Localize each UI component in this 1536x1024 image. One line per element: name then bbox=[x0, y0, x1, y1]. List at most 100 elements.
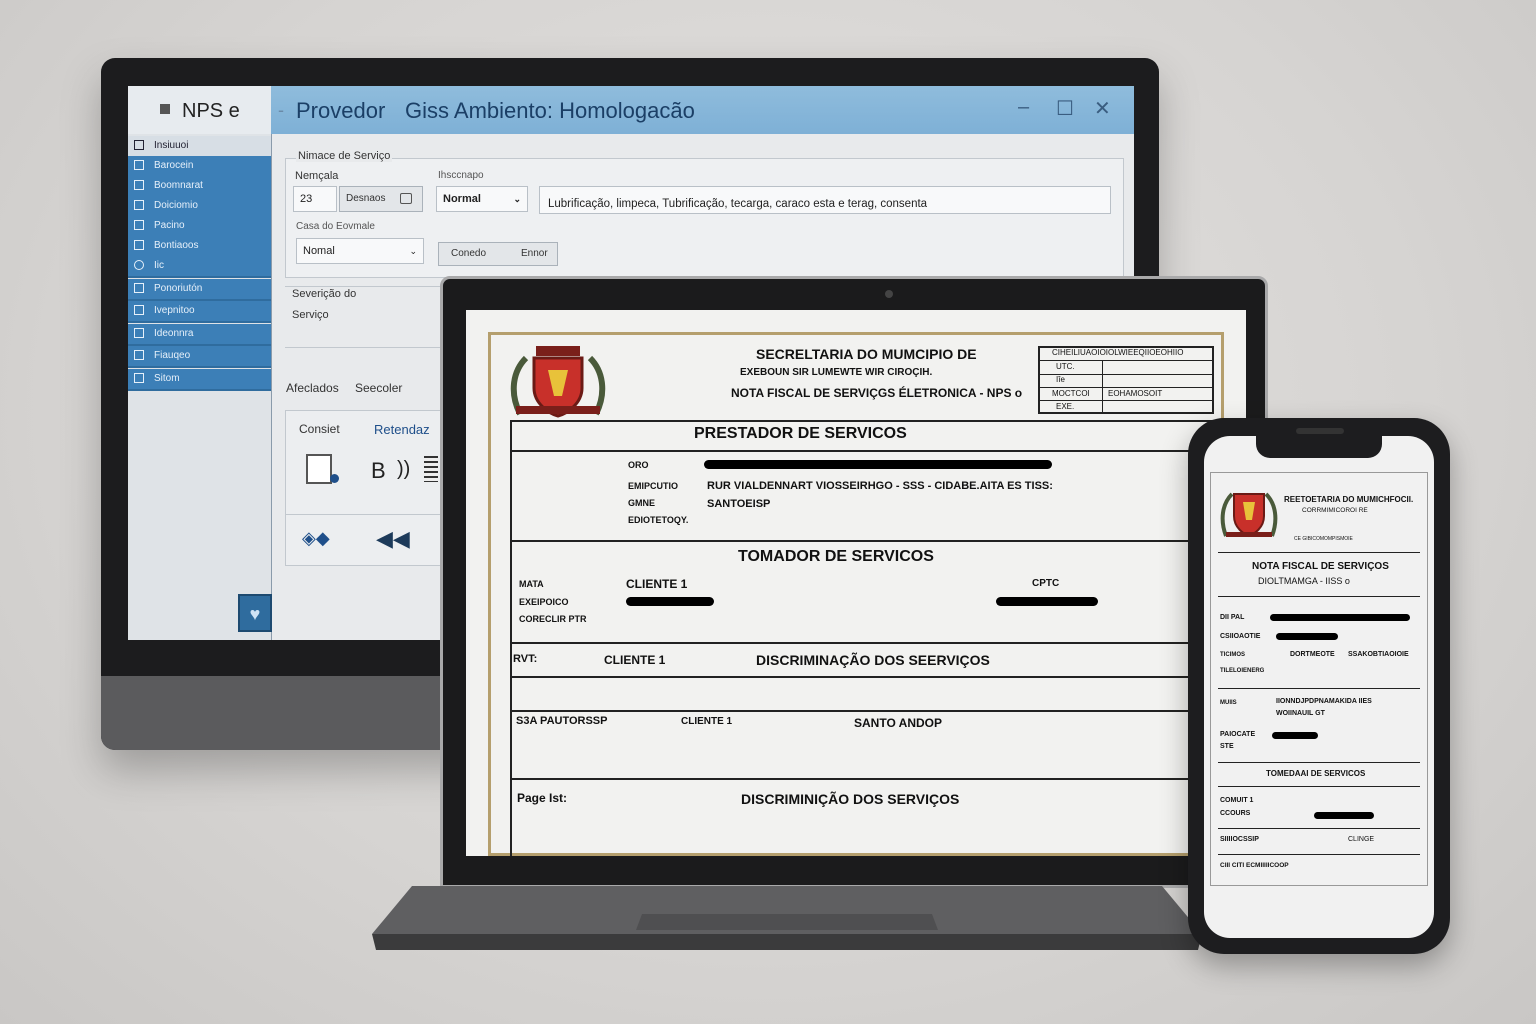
tomador-cptc: CPTC bbox=[1032, 578, 1060, 589]
inscconapo-label: Ihsccnapo bbox=[438, 170, 484, 181]
sidebar-item[interactable]: Ivepnitoo bbox=[128, 301, 271, 323]
info-box-row: MOCTCOI bbox=[1052, 389, 1090, 398]
divider bbox=[510, 710, 1246, 712]
seecoler-tab[interactable]: Seecoler bbox=[355, 381, 402, 395]
maximize-button[interactable]: ☐ bbox=[1056, 96, 1074, 121]
list-icon bbox=[134, 305, 144, 315]
list-icon bbox=[134, 220, 144, 230]
description-field[interactable]: Lubrificação, limpeca, Tubrificação, tec… bbox=[539, 186, 1111, 214]
rewind-icon[interactable]: ◀◀ bbox=[376, 526, 410, 552]
sidebar-item[interactable]: Insiuuoi bbox=[128, 136, 271, 158]
sidebar-item[interactable]: Iic bbox=[128, 256, 271, 278]
servico-label: Serviço bbox=[292, 309, 329, 321]
status-dot-icon bbox=[330, 474, 339, 483]
info-box-row: Iîe bbox=[1056, 375, 1065, 384]
sidebar-item[interactable]: Sitom bbox=[128, 369, 271, 391]
phone-row-label: CSIIOAOTIE bbox=[1220, 633, 1261, 640]
prestador-address: RUR VIALDENNART VIOSSEIRHGO - SSS - CIDA… bbox=[707, 480, 1053, 492]
phone-header-line3: CE GIBICOMOMPISMOIE bbox=[1294, 536, 1353, 542]
divider bbox=[1218, 786, 1420, 787]
divider bbox=[510, 778, 1246, 780]
phone-muis-label: MUIIS bbox=[1220, 700, 1237, 706]
sidebar-item[interactable]: Ponoriutón bbox=[128, 279, 271, 301]
phone-row-mid: DORTMEOTE bbox=[1290, 651, 1335, 658]
divider bbox=[510, 642, 1246, 644]
info-box-row: EXE. bbox=[1056, 402, 1075, 411]
align-icon[interactable] bbox=[424, 456, 438, 482]
rvt-label: RVT: bbox=[513, 653, 538, 665]
desnaos-button[interactable]: Desnaos bbox=[339, 186, 423, 212]
circle-icon bbox=[134, 260, 144, 270]
redaction-bar bbox=[1272, 732, 1318, 739]
list-icon bbox=[134, 350, 144, 360]
sidebar-item[interactable]: Doiciomio bbox=[128, 196, 271, 218]
divider bbox=[510, 540, 1246, 542]
phone-cili: CIII CITI ECMIIIIICOOP bbox=[1220, 862, 1289, 869]
tomador-client: CLIENTE 1 bbox=[626, 577, 688, 591]
close-button[interactable]: ✕ bbox=[1094, 96, 1111, 121]
list-icon bbox=[134, 180, 144, 190]
number-field[interactable]: 23 bbox=[293, 186, 337, 212]
tomador-title: TOMADOR DE SERVICOS bbox=[738, 548, 934, 565]
list-icon bbox=[134, 200, 144, 210]
list-icon bbox=[134, 373, 144, 383]
brackets-icon[interactable]: )) bbox=[397, 458, 410, 481]
row-client: CLIENTE 1 bbox=[681, 716, 733, 727]
heart-icon[interactable]: ♥ bbox=[238, 594, 272, 632]
laptop-base bbox=[372, 886, 1202, 950]
page-list-label: Page Ist: bbox=[517, 791, 568, 805]
ennor-button[interactable]: Ennor bbox=[521, 243, 548, 265]
tab-consiet[interactable]: Consiet bbox=[299, 422, 340, 436]
section-title: Nimace de Serviço bbox=[296, 150, 393, 162]
sidebar-item[interactable]: Bontiaoos bbox=[128, 236, 271, 258]
phone-nota-title: NOTA FISCAL DE SERVIÇOS bbox=[1252, 561, 1389, 572]
phone-header-line1: REETOETARIA DO MUMICHFOCII. bbox=[1284, 495, 1414, 504]
info-box-row: UTC. bbox=[1056, 362, 1075, 371]
divider bbox=[1218, 688, 1420, 689]
sidebar-item[interactable]: Ideonnra bbox=[128, 324, 271, 346]
minimize-button[interactable]: – bbox=[1018, 96, 1029, 119]
phone-header-line2: CORRMIMICOROI RE bbox=[1302, 507, 1368, 514]
severicao-label: Severição do bbox=[292, 288, 357, 300]
number-label: Nemçala bbox=[295, 170, 339, 182]
phone-invoice-screen: REETOETARIA DO MUMICHFOCII. CORRMIMICORO… bbox=[1204, 436, 1434, 938]
chevron-down-icon: ⌄ bbox=[409, 246, 417, 256]
search-diamond-icon[interactable]: ◈◆ bbox=[302, 528, 330, 549]
sidebar-item[interactable]: Pacino bbox=[128, 216, 271, 238]
tomador-label: MATA bbox=[519, 579, 544, 589]
new-document-icon[interactable] bbox=[306, 454, 332, 484]
sidebar-item[interactable]: Barocein bbox=[128, 156, 271, 178]
divider bbox=[1218, 596, 1420, 597]
info-box-value: EOHAMOSOIT bbox=[1108, 389, 1163, 398]
doc-header-line2: EXEBOUN SIR LUMEWTE WIR CIROÇIH. bbox=[740, 367, 933, 378]
phone-snuocs: SIIIIOCSSIP bbox=[1220, 836, 1259, 843]
chevron-down-icon: ⌄ bbox=[513, 194, 521, 204]
phone-row-label: TICIMOS bbox=[1220, 652, 1245, 658]
sidebar-item[interactable]: Fiauqeo bbox=[128, 346, 271, 368]
tab-retendaz[interactable]: Retendaz bbox=[374, 422, 430, 437]
redaction-bar bbox=[1270, 614, 1410, 621]
sidebar-item[interactable]: Boomnarat bbox=[128, 176, 271, 198]
casa-select[interactable]: Nomal ⌄ bbox=[296, 238, 424, 264]
redaction-bar bbox=[704, 460, 1052, 469]
bold-icon[interactable]: B bbox=[371, 458, 386, 484]
phone-muis-text2: WOIINAUIL GT bbox=[1276, 710, 1325, 717]
phone-row-label: TILELOIENERG bbox=[1220, 668, 1265, 674]
inscconapo-select[interactable]: Normal ⌄ bbox=[436, 186, 528, 212]
document-icon bbox=[134, 140, 144, 150]
row-santo: SANTO ANDOP bbox=[854, 716, 943, 730]
prestador-title: PRESTADOR DE SERVICOS bbox=[694, 425, 907, 442]
municipal-seal-icon bbox=[510, 346, 606, 418]
tomador-label: CORECLIR PTR bbox=[519, 614, 587, 624]
divider bbox=[510, 676, 1246, 678]
phone-row-label: DII PAL bbox=[1220, 614, 1245, 621]
afeclados-tab[interactable]: Afeclados bbox=[286, 381, 339, 395]
phone-comut: COMUIT 1 bbox=[1220, 797, 1254, 804]
window-title: Provedor bbox=[296, 98, 386, 123]
left-rule bbox=[510, 420, 512, 856]
conedo-button[interactable]: Conedo bbox=[451, 243, 486, 265]
list-icon bbox=[134, 160, 144, 170]
prestador-label: ORO bbox=[628, 460, 649, 470]
phone-muis-text: IIONNDJPDPNAMAKIDA IIES bbox=[1276, 698, 1372, 705]
webcam-icon bbox=[885, 290, 893, 298]
